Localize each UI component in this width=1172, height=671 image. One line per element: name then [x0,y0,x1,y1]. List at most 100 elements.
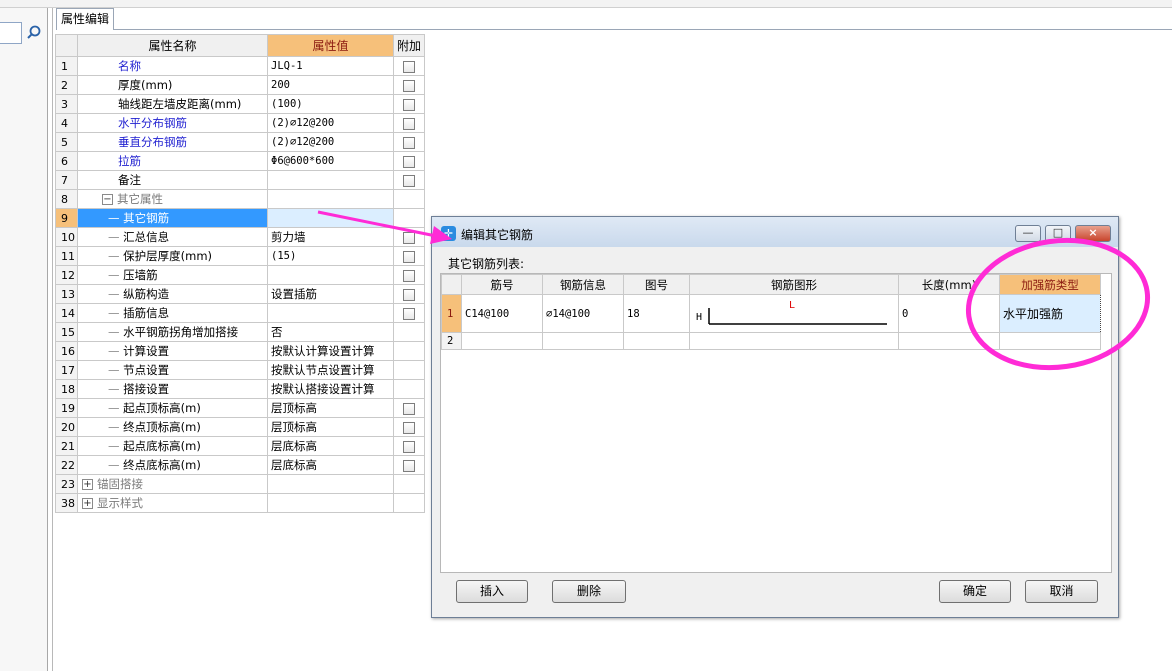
minimize-button[interactable]: — [1015,225,1041,242]
table-row[interactable]: 5 垂直分布钢筋 (2)⌀12@200 [55,132,425,152]
insert-button[interactable]: 插入 [456,580,528,603]
tab-property-edit[interactable]: 属性编辑 [56,8,114,30]
extra-checkbox[interactable] [403,155,415,168]
rebar-shape-cell[interactable]: H L [689,294,899,333]
bar-no-cell[interactable]: C14@100 [461,294,543,333]
property-value[interactable]: Φ6@600*600 [267,151,394,171]
search-input[interactable] [0,22,22,44]
rebar-info-cell[interactable] [542,332,624,350]
extra-checkbox[interactable] [403,250,415,263]
table-row[interactable]: 21 — 起点底标高(m) 层底标高 [55,436,425,456]
header-length[interactable]: 长度(mm) [898,274,1000,295]
table-row-selected[interactable]: 9 — 其它钢筋 [55,208,425,228]
extra-checkbox[interactable] [403,288,415,301]
header-bar-no[interactable]: 筋号 [461,274,543,295]
rebar-shape-cell[interactable] [689,332,899,350]
extra-checkbox[interactable] [403,269,415,282]
header-rebar-shape[interactable]: 钢筋图形 [689,274,899,295]
row-number: 6 [55,151,78,171]
property-value[interactable]: 设置插筋 [267,284,394,304]
extra-checkbox[interactable] [403,79,415,92]
extra-checkbox[interactable] [403,307,415,320]
length-cell[interactable]: 0 [898,294,1000,333]
header-property-value[interactable]: 属性值 [267,34,394,57]
property-value[interactable]: 按默认计算设置计算 [267,341,394,361]
extra-checkbox[interactable] [403,98,415,111]
table-row[interactable]: 19 — 起点顶标高(m) 层顶标高 [55,398,425,418]
property-value[interactable] [267,208,394,228]
table-row[interactable]: 11 — 保护层厚度(mm) (15) [55,246,425,266]
header-reinforce-type[interactable]: 加强筋类型 [999,274,1101,295]
table-row[interactable]: 14 — 插筋信息 [55,303,425,323]
property-value[interactable]: 层顶标高 [267,417,394,437]
ok-button[interactable]: 确定 [939,580,1011,603]
table-row[interactable]: 38 + 显示样式 [55,493,425,513]
table-row[interactable]: 13 — 纵筋构造 设置插筋 [55,284,425,304]
property-value[interactable]: (15) [267,246,394,266]
property-value[interactable]: 层顶标高 [267,398,394,418]
property-value[interactable]: 否 [267,322,394,342]
property-value[interactable] [267,265,394,285]
table-row[interactable]: 2 厚度(mm) 200 [55,75,425,95]
maximize-button[interactable]: □ [1045,225,1071,242]
extra-checkbox[interactable] [403,421,415,434]
search-button[interactable] [24,22,44,44]
extra-checkbox[interactable] [403,231,415,244]
table-row[interactable]: 17 — 节点设置 按默认节点设置计算 [55,360,425,380]
property-value[interactable]: (100) [267,94,394,114]
delete-button[interactable]: 删除 [552,580,626,603]
property-value[interactable] [267,170,394,190]
table-row[interactable]: 22 — 终点底标高(m) 层底标高 [55,455,425,475]
property-value[interactable] [267,303,394,323]
table-row[interactable]: 2 [441,332,1101,350]
extra-checkbox[interactable] [403,459,415,472]
table-row[interactable]: 6 拉筋 Φ6@600*600 [55,151,425,171]
property-value[interactable]: 按默认搭接设置计算 [267,379,394,399]
expand-icon[interactable]: + [82,498,93,509]
table-row[interactable]: 12 — 压墙筋 [55,265,425,285]
header-rebar-info[interactable]: 钢筋信息 [542,274,624,295]
table-row[interactable]: 15 — 水平钢筋拐角增加搭接 否 [55,322,425,342]
extra-checkbox[interactable] [403,117,415,130]
rebar-info-cell[interactable]: ⌀14@100 [542,294,624,333]
header-figure-no[interactable]: 图号 [623,274,690,295]
table-row[interactable]: 18 — 搭接设置 按默认搭接设置计算 [55,379,425,399]
header-property-name[interactable]: 属性名称 [77,34,268,57]
extra-checkbox[interactable] [403,440,415,453]
property-value[interactable]: (2)⌀12@200 [267,132,394,152]
table-row[interactable]: 10 — 汇总信息 剪力墙 [55,227,425,247]
length-cell[interactable] [898,332,1000,350]
reinforce-type-cell[interactable]: 水平加强筋 [999,294,1101,333]
property-value[interactable]: (2)⌀12@200 [267,113,394,133]
table-row[interactable]: 8 − 其它属性 [55,189,425,209]
property-value[interactable]: 剪力墙 [267,227,394,247]
pane-divider[interactable] [52,8,53,671]
reinforce-type-cell[interactable] [999,332,1101,350]
table-row[interactable]: 1 名称 JLQ-1 [55,56,425,76]
table-row[interactable]: 20 — 终点顶标高(m) 层顶标高 [55,417,425,437]
table-row[interactable]: 4 水平分布钢筋 (2)⌀12@200 [55,113,425,133]
table-row[interactable]: 1 C14@100 ⌀14@100 18 H L 0 水平加强筋 [441,294,1101,333]
expand-icon[interactable]: + [82,479,93,490]
property-value[interactable]: 层底标高 [267,436,394,456]
property-value[interactable]: 200 [267,75,394,95]
extra-checkbox[interactable] [403,402,415,415]
table-row[interactable]: 16 — 计算设置 按默认计算设置计算 [55,341,425,361]
table-row[interactable]: 3 轴线距左墙皮距离(mm) (100) [55,94,425,114]
figure-no-cell[interactable]: 18 [623,294,690,333]
extra-checkbox[interactable] [403,60,415,73]
extra-checkbox[interactable] [403,136,415,149]
header-extra[interactable]: 附加 [393,34,425,57]
close-button[interactable]: × [1075,225,1111,242]
dialog-titlebar[interactable]: ✛ 编辑其它钢筋 — □ × [432,217,1118,247]
cancel-button[interactable]: 取消 [1025,580,1098,603]
extra-checkbox[interactable] [403,174,415,187]
table-row[interactable]: 23 + 锚固搭接 [55,474,425,494]
table-row[interactable]: 7 备注 [55,170,425,190]
bar-no-cell[interactable] [461,332,543,350]
collapse-icon[interactable]: − [102,194,113,205]
property-value[interactable]: 层底标高 [267,455,394,475]
figure-no-cell[interactable] [623,332,690,350]
property-value[interactable]: 按默认节点设置计算 [267,360,394,380]
property-value[interactable]: JLQ-1 [267,56,394,76]
